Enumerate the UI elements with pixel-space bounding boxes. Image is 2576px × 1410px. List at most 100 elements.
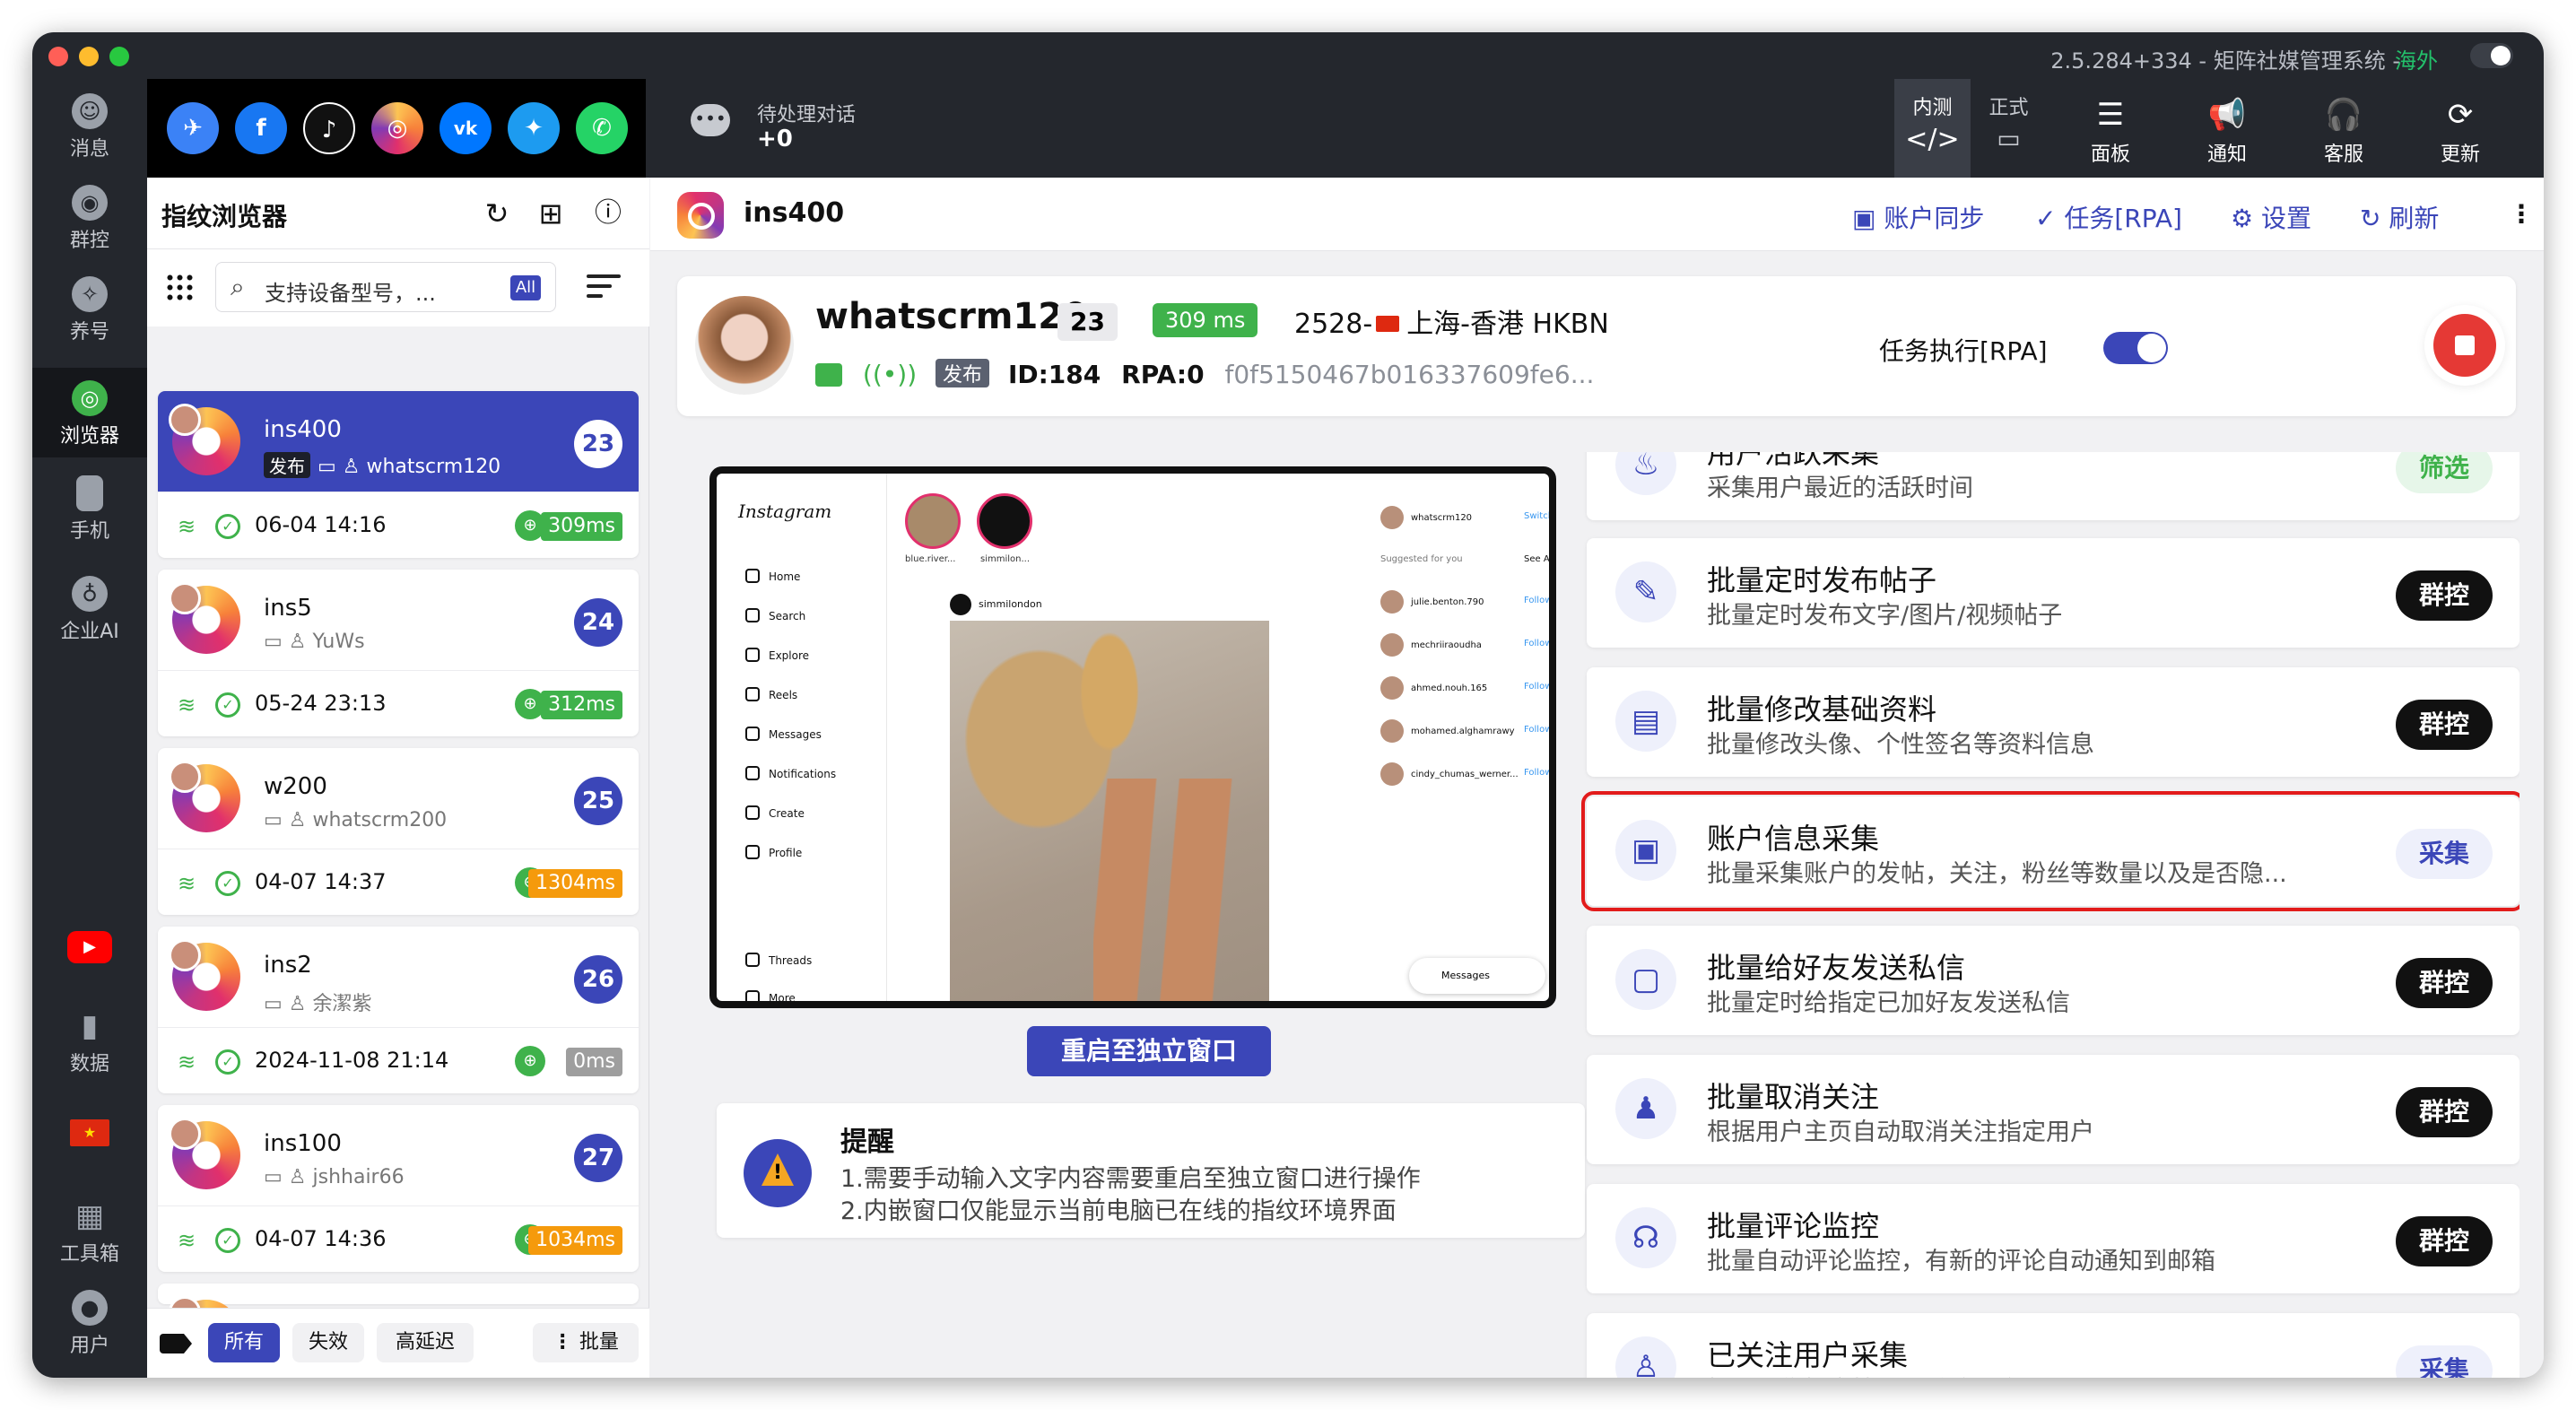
sidebar-item-phone[interactable]: 手机 (32, 470, 147, 553)
twitter-icon[interactable]: ✦ (508, 102, 560, 154)
follow-link[interactable]: Follow (1524, 682, 1549, 692)
rpa-toggle[interactable] (2103, 332, 2168, 364)
reminder-title: 提醒 (840, 1127, 894, 1158)
panel-button[interactable]: ☰ 面板 (2052, 79, 2169, 178)
ig-switch-link[interactable]: Switch (1524, 511, 1549, 521)
close-window-button[interactable] (48, 47, 68, 66)
more-menu-icon[interactable]: ⋮ (2509, 199, 2534, 229)
task-item[interactable]: ▣ 账户信息采集 批量采集账户的发帖，关注，粉丝等数量以及是否隐... 采集 (1581, 791, 2519, 911)
sidebar-item-language[interactable]: ★ (32, 1119, 147, 1155)
list-item-status: ≋ ✓ 05-24 23:13 ⊕ 312ms (158, 670, 639, 736)
browser-icon[interactable]: ✈ (167, 102, 219, 154)
sidebar-item-user[interactable]: ● 用户 (32, 1284, 147, 1367)
list-item[interactable]: ins400 发布 ▭ ♙ whatscrm120 23 ≋ ✓ 06-04 14:16 ⊕ 3… (158, 391, 639, 558)
sidebar-item-browser[interactable]: ◎ 浏览器 (32, 368, 147, 457)
theme-toggle[interactable] (2470, 43, 2513, 68)
list-item[interactable]: ins1000▭ ♙ 28 (158, 1284, 639, 1368)
sidebar-item-nurture[interactable]: ✧ 养号 (32, 271, 147, 353)
embedded-browser-view[interactable]: Instagram Home Search Explore Reels Messages… (709, 466, 1556, 1008)
filter-all-badge[interactable]: All (510, 275, 541, 300)
list-item-header: ins5 ▭ ♙ YuWs 24 (158, 570, 639, 670)
add-icon[interactable]: ⊞ (533, 196, 569, 231)
task-action-button[interactable]: 采集 (2396, 829, 2493, 879)
list-item[interactable]: ins2 ▭ ♙ 余潔紫 26 ≋ ✓ 2024-11-08 21:14 ⊕ 0ms (158, 927, 639, 1093)
task-action-button[interactable]: 筛选 (2396, 452, 2493, 493)
tag-icon[interactable] (160, 1334, 192, 1353)
ig-nav-item[interactable]: Threads (745, 953, 812, 967)
sidebar-item-data[interactable]: ▮ 数据 (32, 1003, 147, 1085)
notify-button[interactable]: 📢 通知 (2169, 79, 2285, 178)
env-official[interactable]: 正式 ▭ (1971, 79, 2047, 178)
env-internal[interactable]: 内测 </> (1894, 79, 1971, 178)
stop-button[interactable] (2433, 314, 2496, 377)
sidebar-item-youtube[interactable]: ▶ (32, 931, 147, 985)
ig-nav-item[interactable]: Notifications (745, 766, 836, 780)
settings-button[interactable]: ⚙ 设置 (2231, 199, 2311, 235)
list-item[interactable]: ins100▭ ♙ jshhair6627≋✓04-07 14:36⊕1034m… (158, 1105, 639, 1272)
task-item[interactable]: ☊ 批量评论监控 批量自动评论监控，有新的评论自动通知到邮箱 群控 (1587, 1184, 2519, 1293)
ig-nav-item[interactable]: Messages (745, 727, 822, 741)
environment-toggle[interactable]: 内测 </> 正式 ▭ (1894, 79, 2047, 178)
task-action-button[interactable]: 采集 (2396, 1345, 2493, 1378)
list-item[interactable]: w200▭ ♙ whatscrm20025≋✓04-07 14:37⊕1304m… (158, 748, 639, 915)
filter-all[interactable]: 所有 (208, 1323, 280, 1362)
task-action-button[interactable]: 群控 (2396, 700, 2493, 750)
follow-link[interactable]: Follow (1524, 596, 1549, 605)
instagram-icon[interactable]: ◎ (371, 102, 423, 154)
search-input[interactable]: ⌕ 支持设备型号，... All (215, 262, 556, 312)
follow-link[interactable]: Follow (1524, 768, 1549, 778)
ig-messages-button[interactable]: Messages (1409, 958, 1545, 994)
filter-invalid[interactable]: 失效 (292, 1323, 364, 1362)
sort-icon[interactable] (587, 273, 621, 300)
robot-icon: ◉ (72, 185, 108, 221)
vk-icon[interactable]: vk (439, 102, 492, 154)
suggested-user: mohamed.alghamrawy Follow (1380, 719, 1549, 743)
task-item[interactable]: ♙ 已关注用户采集批量采集指定博主已关注用户采集 (1587, 1313, 2519, 1378)
info-icon[interactable]: ⓘ (590, 196, 626, 231)
refresh-icon[interactable]: ↻ (479, 196, 515, 231)
batch-label: 批量 (579, 1331, 619, 1353)
whatsapp-icon[interactable]: ✆ (576, 102, 628, 154)
maximize-window-button[interactable] (109, 47, 129, 66)
task-item[interactable]: ▤ 批量修改基础资料 批量修改头像、个性签名等资料信息 群控 (1587, 667, 2519, 777)
task-action-button[interactable]: 群控 (2396, 570, 2493, 621)
follow-link[interactable]: Follow (1524, 639, 1549, 648)
task-action-button[interactable]: 群控 (2396, 958, 2493, 1008)
task-action-button[interactable]: 群控 (2396, 1216, 2493, 1266)
task-action-button[interactable]: 群控 (2396, 1087, 2493, 1137)
task-rpa-button[interactable]: ✓ 任务[RPA] (2035, 199, 2182, 235)
batch-button[interactable]: ⋮ 批量 (533, 1323, 639, 1362)
ig-nav-item[interactable]: Explore (745, 648, 809, 662)
task-item[interactable]: ✎ 批量定时发布帖子 批量定时发布文字/图片/视频帖子 群控 (1587, 538, 2519, 648)
ig-nav-item[interactable]: Create (745, 805, 805, 820)
story-avatar[interactable] (977, 493, 1032, 549)
sidebar-item-toolbox[interactable]: ▦ 工具箱 (32, 1193, 147, 1275)
tiktok-icon[interactable]: ♪ (303, 102, 355, 154)
support-button[interactable]: 🎧 客服 (2285, 79, 2402, 178)
ig-nav-item[interactable]: Profile (745, 845, 802, 859)
account-sync-button[interactable]: ▣ 账户同步 (1852, 199, 1984, 235)
restart-standalone-button[interactable]: 重启至独立窗口 (1027, 1026, 1271, 1076)
facebook-icon[interactable]: f (235, 102, 287, 154)
see-all-link[interactable]: See All (1524, 554, 1549, 564)
ig-nav-item[interactable]: More (745, 990, 796, 1001)
ig-nav-item[interactable]: Search (745, 608, 805, 622)
task-item[interactable]: ♨ 用户活跃采集 采集用户最近的活跃时间 筛选 (1587, 452, 2519, 520)
task-item[interactable]: ♟ 批量取消关注 根据用户主页自动取消关注指定用户 群控 (1587, 1055, 2519, 1164)
list-item[interactable]: ins5 ▭ ♙ YuWs 24 ≋ ✓ 05-24 23:13 ⊕ 312ms (158, 570, 639, 736)
update-button[interactable]: ⟳ 更新 (2402, 79, 2519, 178)
sidebar-item-enterprise-ai[interactable]: ♁ 企业AI (32, 570, 147, 653)
filter-high-latency[interactable]: 高延迟 (377, 1323, 474, 1362)
list-item-user: YuWs (312, 631, 365, 653)
story-avatar[interactable] (905, 493, 961, 549)
sidebar-item-group-control[interactable]: ◉ 群控 (32, 179, 147, 262)
ig-nav-item[interactable]: Reels (745, 687, 797, 701)
ig-nav-item[interactable]: Home (745, 569, 800, 583)
grid-icon[interactable] (165, 273, 196, 303)
suggested-name: ahmed.nouh.165 (1411, 683, 1488, 693)
follow-link[interactable]: Follow (1524, 725, 1549, 735)
task-item[interactable]: ▢ 批量给好友发送私信 批量定时给指定已加好友发送私信 群控 (1587, 926, 2519, 1035)
refresh-button[interactable]: ↻ 刷新 (2360, 199, 2439, 235)
minimize-window-button[interactable] (79, 47, 99, 66)
sidebar-item-messages[interactable]: ☺ 消息 (32, 88, 147, 170)
